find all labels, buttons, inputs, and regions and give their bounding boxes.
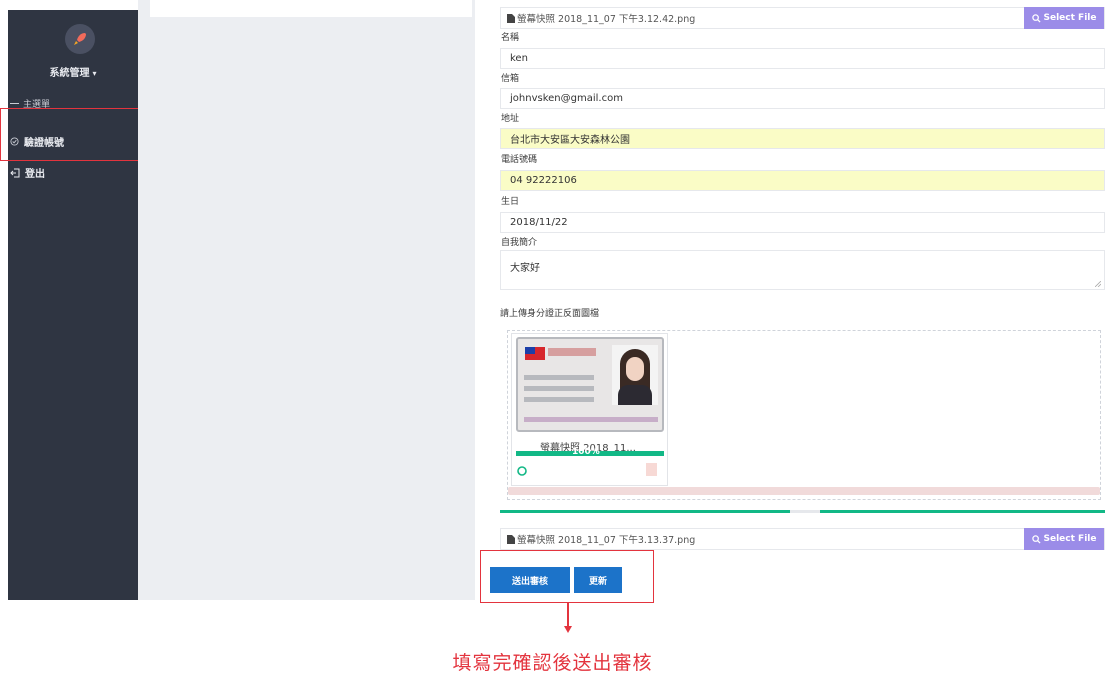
file-icon (507, 534, 515, 544)
email-label: 信箱 (501, 74, 520, 84)
sidebar-item-label: 登出 (25, 169, 45, 180)
portrait-photo (612, 345, 658, 405)
file-name-text: 螢幕快照 2018_11_07 下午3.13.37.png (517, 535, 696, 546)
id-card-lines (524, 375, 594, 408)
birthday-label: 生日 (501, 197, 520, 207)
intro-text: 大家好 (510, 263, 540, 274)
file-name: 螢幕快照 2018_11_07 下午3.12.42.png (501, 11, 1024, 25)
select-file-label: Select File (1043, 13, 1097, 23)
birthday-input[interactable]: 2018/11/22 (500, 212, 1105, 233)
delete-icon[interactable] (646, 463, 657, 476)
email-input[interactable]: johnvsken@gmail.com (500, 88, 1105, 109)
phone-input[interactable]: 04 92222106 (500, 170, 1105, 191)
check-circle-icon (517, 466, 527, 476)
file-icon (507, 13, 515, 23)
org-name: 系統管理 (49, 68, 90, 79)
flag-graphic (525, 347, 545, 360)
upload-thumbnail: 螢幕快照 2018_11... 100% (511, 333, 668, 486)
arrow-line (567, 603, 569, 628)
upload-total-progress (500, 510, 1105, 513)
address-label: 地址 (501, 114, 520, 124)
rocket-icon[interactable] (65, 24, 95, 54)
resize-handle-icon[interactable] (1095, 281, 1101, 287)
select-file-label: Select File (1043, 534, 1097, 544)
annotation-text: 填寫完確認後送出審核 (452, 652, 653, 674)
file-name: 螢幕快照 2018_11_07 下午3.13.37.png (501, 532, 1024, 546)
id-card-header-graphic (548, 348, 596, 356)
dash-icon (10, 103, 19, 104)
sidebar-item-logout[interactable]: 登出 (10, 165, 45, 180)
id-card-barcode-line (524, 417, 658, 422)
name-input[interactable]: ken (500, 48, 1105, 69)
select-file-button[interactable]: Select File (1024, 7, 1104, 29)
select-file-button[interactable]: Select File (1024, 528, 1104, 550)
arrow-down-icon (564, 626, 572, 633)
name-label: 名稱 (501, 33, 520, 43)
page: 系統管理 ▾ 主選單 驗證帳號 登出 螢幕快照 2018_11_07 下午3.12… (0, 0, 1105, 675)
upload-label: 請上傳身分證正反面圖檔 (500, 309, 600, 319)
address-input[interactable]: 台北市大安區大安森林公園 (500, 128, 1105, 149)
search-icon (1031, 534, 1041, 544)
highlight-box-buttons (480, 550, 654, 603)
content-background (138, 0, 475, 600)
file-name-text: 螢幕快照 2018_11_07 下午3.12.42.png (517, 14, 696, 25)
intro-textarea[interactable]: 大家好 (500, 250, 1105, 290)
id-card-image (516, 337, 664, 432)
file-row-bottom: 螢幕快照 2018_11_07 下午3.13.37.png Select Fil… (500, 528, 1105, 550)
intro-label: 自我簡介 (501, 238, 538, 248)
caret-down-icon: ▾ (92, 69, 97, 78)
search-icon (1031, 13, 1041, 23)
org-dropdown[interactable]: 系統管理 ▾ (8, 64, 138, 79)
phone-label: 電話號碼 (501, 155, 538, 165)
content-card (150, 0, 472, 17)
upload-status-bar (508, 487, 1100, 495)
progress-percent: 100% (572, 447, 600, 457)
sidebar: 系統管理 ▾ 主選單 驗證帳號 登出 (8, 10, 138, 600)
logout-icon (10, 168, 20, 178)
file-row-top: 螢幕快照 2018_11_07 下午3.12.42.png Select Fil… (500, 7, 1105, 29)
highlight-box-verify (0, 108, 145, 161)
